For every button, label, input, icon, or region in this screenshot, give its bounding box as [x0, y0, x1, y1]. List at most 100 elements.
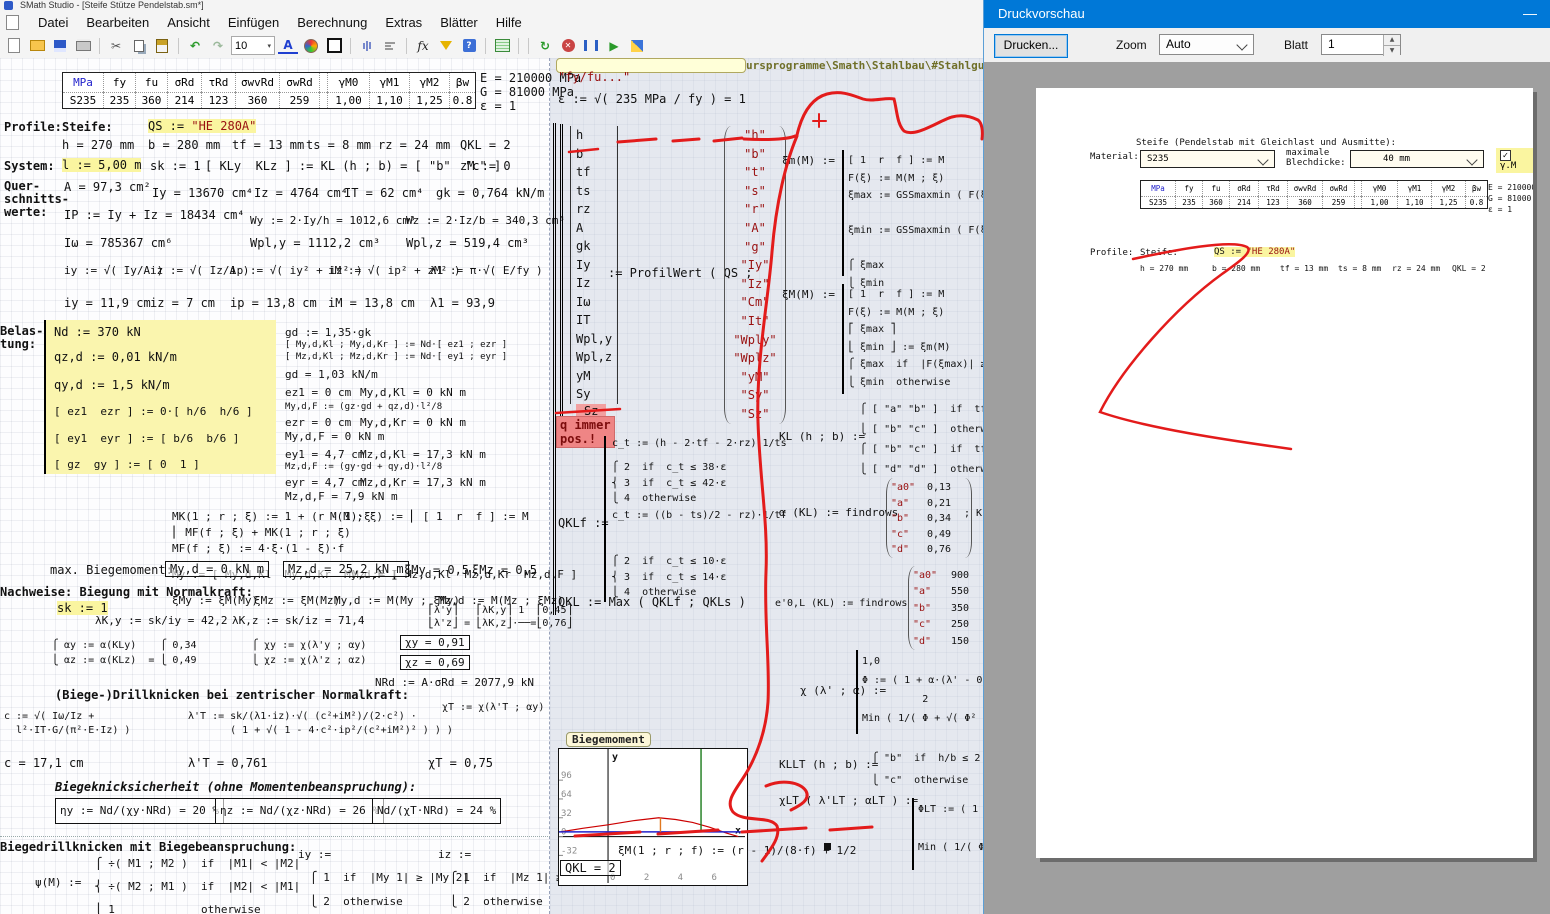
spin-down-icon[interactable]: ▼ [1383, 45, 1400, 56]
psi-cases[interactable]: ⎧ ÷( M1 ; M2 ) if |M1| < |M2| ⎨ ÷( M2 ; … [95, 852, 300, 914]
alpha-kl-label[interactable]: α (KL) := findrows [779, 506, 898, 519]
mzdf-val[interactable]: Mz,d,F = 7,9 kN m [285, 490, 398, 503]
alpha-defs[interactable]: ⎧ αy := α(KLy) ⎧ 0,34 ⎩ αz := α(KLz) = ⎩… [52, 638, 197, 668]
zoom-select[interactable]: Auto [1159, 34, 1254, 55]
xi-M-label[interactable]: ξM(M) := [782, 288, 835, 301]
c-def[interactable]: c := √( Iω/Iz + l²·IT·G/(π²·E·Iz) ) [4, 710, 130, 738]
kllt-body[interactable]: ⎧ "b" if h/b ≤ 2 ⎩ "c" otherwise [872, 748, 980, 792]
profile-qkl[interactable]: QKL = 2 [460, 138, 511, 152]
undo-icon[interactable]: ↶ [185, 37, 205, 55]
quer-viz[interactable]: iz = 7 cm [150, 296, 215, 310]
mydkl-val[interactable]: My,d,Kl = 0 kN m [360, 386, 466, 399]
m-def[interactable]: M(M ; ξ) := ⎢ [ 1 r f ] := M [330, 510, 529, 523]
sk-def[interactable]: sk := 1 [57, 601, 108, 615]
lambda-kz[interactable]: λK,z := sk/iz = 71,4 [232, 614, 364, 627]
quer-it[interactable]: IT = 62 cm⁴ [344, 186, 423, 200]
selection-handle[interactable] [824, 843, 831, 850]
profile-rz[interactable]: rz = 24 mm [378, 138, 450, 152]
mzdkr-val[interactable]: Mz,d,Kr = 17,3 kN m [360, 476, 486, 489]
save-icon[interactable] [50, 37, 70, 55]
help-icon[interactable]: ? [459, 37, 479, 55]
quer-viy[interactable]: iy = 11,9 cm [64, 296, 151, 310]
chi-defs[interactable]: ⎧ χy := χ(λ'y ; αy) ⎩ χz := χ(λ'z ; αz) [252, 638, 366, 668]
redo-icon[interactable]: ↷ [208, 37, 228, 55]
menu-berechnung[interactable]: Berechnung [288, 13, 376, 32]
quer-iy[interactable]: Iy = 13670 cm⁴ [152, 186, 253, 200]
ey1-val[interactable]: ey1 = 4,7 cm [285, 448, 364, 461]
profile-ts[interactable]: ts = 8 mm [306, 138, 371, 152]
quer-rl1[interactable]: λ1 := π·√( E/fy ) [430, 264, 543, 277]
gd-def[interactable]: gd := 1,35·gk [285, 326, 371, 339]
myd-result[interactable]: My,d = 0 kN m [165, 561, 269, 577]
e0-label[interactable]: e'0,L (KL) := findrows [775, 598, 907, 609]
mzd-result[interactable]: Mz,d = 25,2 kN m [283, 561, 409, 577]
material-table[interactable]: MPa fy fu σRd τRd σwvRd σwRd γM0 γM1 γM2… [62, 72, 476, 109]
spin-up-icon[interactable]: ▲ [1383, 35, 1400, 45]
chart-title-tab[interactable]: Biegemoment [566, 732, 651, 747]
kl-body[interactable]: ⎧ [ "a" "b" ] if tf ≤ 4 ⎩ [ "b" "c" ] ot… [860, 400, 985, 480]
mzd-k-def[interactable]: [ Mz,d,Kl ; Mz,d,Kr ] := Nd·[ ey1 ; eyr … [285, 352, 507, 362]
align-vertical-icon[interactable] [380, 37, 400, 55]
bks-title[interactable]: Biegeknicksicherheit (ohne Momentenbeans… [55, 780, 416, 794]
lambda-ky[interactable]: λK,y := sk/iy = 42,2 [95, 614, 227, 627]
quer-vip[interactable]: ip = 13,8 cm [230, 296, 317, 310]
alpha-kl-tail[interactable]: ; KL [964, 508, 985, 519]
xi-mz-val[interactable]: ξMz = 0,5 [472, 563, 537, 577]
drill-title[interactable]: (Biege-)Drillknicken bei zentrischer Nor… [55, 688, 409, 702]
quer-wz[interactable]: Wz := 2·Iz/b = 340,3 cm³ [406, 214, 565, 227]
quer-gk[interactable]: gk = 0,764 kN/m [436, 186, 544, 200]
menu-extras[interactable]: Extras [376, 13, 431, 32]
quer-iz[interactable]: Iz = 4764 cm⁴ [254, 186, 348, 200]
qkl-result[interactable]: QKL = 2 [560, 860, 621, 876]
system-l[interactable]: l := 5,00 m [62, 158, 141, 172]
xi-mz[interactable]: ξMz := ξM(Mz) [254, 594, 340, 607]
iy-label[interactable]: iy := [298, 848, 331, 861]
menu-ansicht[interactable]: Ansicht [158, 13, 219, 32]
quer-wy[interactable]: Wy := 2·Iy/h = 1012,6 cm³ [250, 214, 416, 227]
system-sk[interactable]: sk := 1 [150, 159, 201, 173]
druckvorschau-titlebar[interactable]: Druckvorschau — [984, 0, 1550, 28]
qkl-max[interactable]: QKL := Max ( QKLf ; QKLs ) [558, 595, 746, 609]
eta-y[interactable]: ηy := Nd/(χy·NRd) = 20 % [55, 798, 224, 824]
xi-m-body[interactable]: [ 1 r f ] := M F(ξ) := M(M ; ξ) ξmax := … [848, 152, 985, 292]
minimize-button[interactable]: — [1523, 0, 1537, 26]
profile-qs[interactable]: QS := "HE 280A" [148, 119, 256, 133]
profile-b[interactable]: b = 280 mm [148, 138, 220, 152]
menu-blaetter[interactable]: Blätter [431, 13, 487, 32]
mydf-def[interactable]: My,d,F := (gz·gd + qz,d)·l²/8 [285, 402, 442, 412]
filter-icon[interactable] [436, 37, 456, 55]
drucken-button[interactable]: Drucken... [994, 34, 1068, 58]
belastung-label[interactable]: Belas- tung: [0, 325, 43, 351]
epsilon-def[interactable]: ε := √( 235 MPa / fy ) = 1 [558, 92, 746, 106]
align-horizontal-icon[interactable] [357, 37, 377, 55]
mzdf-def[interactable]: Mz,d,F := (gy·gd + qy,d)·l²/8 [285, 462, 442, 472]
eta-t[interactable]: Nd/(χT·NRd) = 24 % [372, 798, 501, 824]
qklf-cases[interactable]: ⎧ 2 if c_t ≤ 10·ε ⎨ 3 if c_t ≤ 14·ε ⎩ 4 … [612, 554, 726, 601]
quer-a[interactable]: A = 97,3 cm² [64, 180, 151, 194]
run-icon[interactable]: ▶ [604, 37, 624, 55]
iy-cases[interactable]: ⎧ 1 if |My 1| ≥ |My 2| ⎩ 2 otherwise [310, 866, 469, 914]
qklz-ct[interactable]: c_t := (h - 2·tf - 2·rz)·1/ts [612, 438, 787, 449]
window-titlebar[interactable]: SMath Studio - [Steife Stütze Pendelstab… [0, 0, 1005, 12]
new-file-icon[interactable] [4, 37, 24, 55]
e0-matrix[interactable]: "a0" "a" "b" "c" "d" 900 550 350 250 150 [908, 566, 985, 650]
ez1-val[interactable]: ez1 = 0 cm [285, 386, 351, 399]
profil-vector[interactable]: h b tf ts rz A gk Iy Iz Iω IT Wpl,y Wpl,… [570, 126, 618, 404]
mf-def[interactable]: ⎢ MF(f ; ξ) + MK(1 ; r ; ξ) [172, 526, 351, 539]
qklz-cases[interactable]: ⎧ 2 if c_t ≤ 38·ε ⎨ 3 if c_t ≤ 42·ε ⎩ 4 … [612, 460, 726, 507]
chi-t-val[interactable]: χT = 0,75 [428, 756, 493, 770]
system-label[interactable]: System: [4, 159, 55, 173]
quer-wply[interactable]: Wpl,y = 1112,2 cm³ [250, 236, 380, 250]
xi-m-label[interactable]: ξm(M) := [782, 154, 835, 167]
menu-datei[interactable]: Datei [29, 13, 77, 32]
fyfu-string[interactable]: "fy/fu..." [558, 70, 630, 84]
quer-iw[interactable]: Iω = 785367 cm⁶ [64, 236, 172, 250]
profile-h[interactable]: h = 270 mm [62, 138, 134, 152]
xi-my-val[interactable]: ξMy = 0,5 [404, 563, 469, 577]
quer-label[interactable]: Quer- schnitts- werte: [4, 180, 69, 219]
quer-ip[interactable]: IP := Iy + Iz = 18434 cm⁴ [64, 208, 245, 222]
chilt-body[interactable]: ΦLT := ( 1 + αLT·( λ'L Min ( 1/( ΦLT + √… [918, 800, 985, 857]
font-color-icon[interactable]: A [278, 38, 298, 54]
lambda-t-def[interactable]: λ'T := sk/(λ1·iz)·√( (c²+iM²)/(2·c²) · (… [188, 710, 453, 738]
worksheet-canvas[interactable]: MPa fy fu σRd τRd σwvRd σwRd γM0 γM1 γM2… [0, 58, 985, 914]
